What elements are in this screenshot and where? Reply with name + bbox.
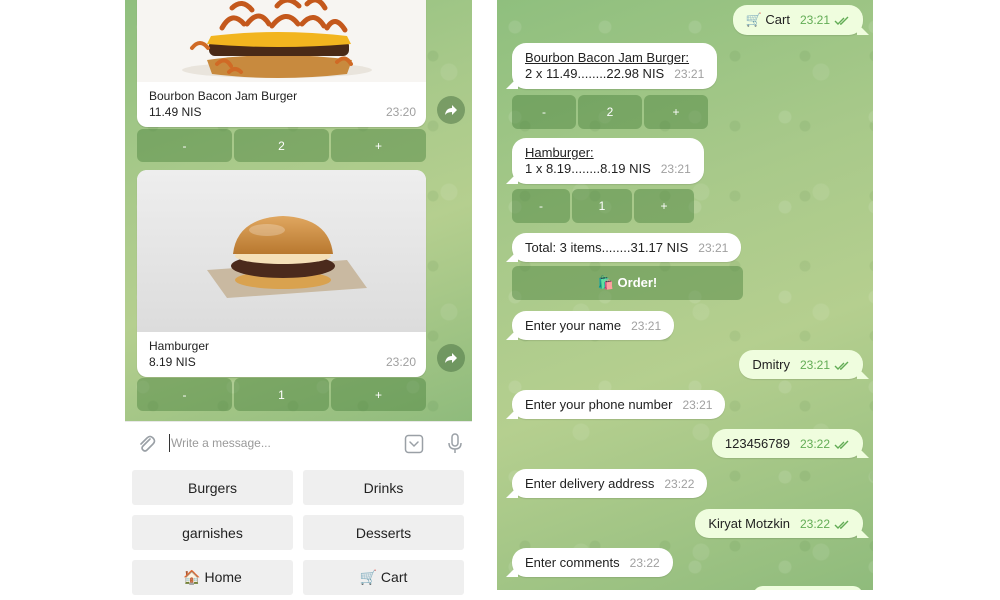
quantity-button[interactable]: 2 <box>234 129 329 162</box>
decrease-button[interactable]: - <box>137 129 232 162</box>
outgoing-message: 123456789 23:22 <box>711 429 863 458</box>
product-name: Hamburger <box>149 339 210 353</box>
increase-button[interactable]: + <box>644 95 708 129</box>
decrease-button[interactable]: - <box>137 378 232 411</box>
incoming-message: Enter your name 23:21 <box>512 311 675 340</box>
product-card-hamburger: Hamburger 8.19 NIS 23:20 <box>137 170 426 377</box>
screenshot-stage: Bourbon Bacon Jam Burger 11.49 NIS 23:20… <box>0 0 1000 600</box>
read-checkmarks-icon <box>834 361 849 370</box>
product-price: 8.19 NIS <box>149 355 196 369</box>
cart-item-title: Bourbon Bacon Jam Burger: <box>525 50 690 65</box>
quantity-keyboard-bourbon: - 2 + <box>137 129 426 162</box>
drinks-button[interactable]: Drinks <box>303 470 464 505</box>
product-card-bourbon: Bourbon Bacon Jam Burger 11.49 NIS 23:20 <box>137 0 426 127</box>
cart-total: Total: 3 items........31.17 NIS <box>525 240 689 255</box>
message-time: 23:21 <box>799 358 830 372</box>
cart-item-title: Hamburger: <box>525 145 594 160</box>
message-time: 23:21 <box>698 241 729 255</box>
share-button[interactable] <box>437 344 465 372</box>
product-caption: Hamburger 8.19 NIS 23:20 <box>137 332 426 374</box>
outgoing-message: Kiryat Motzkin 23:22 <box>695 509 863 538</box>
message-time: 23:22 <box>799 517 830 531</box>
message-text: Dmitry <box>752 357 790 372</box>
share-icon <box>445 105 457 115</box>
product-name: Bourbon Bacon Jam Burger <box>149 89 298 103</box>
cart-item-line: 1 x 8.19........8.19 NIS <box>525 161 651 176</box>
quantity-button[interactable]: 1 <box>234 378 329 411</box>
message-input[interactable]: Write a message... <box>171 436 271 450</box>
read-checkmarks-icon <box>834 16 849 25</box>
outgoing-message: Dmitry 23:21 <box>739 350 863 379</box>
left-chat-area: Bourbon Bacon Jam Burger 11.49 NIS 23:20… <box>125 0 472 421</box>
cart-item-keyboard: - 1 + <box>512 189 694 223</box>
message-time: 23:20 <box>385 105 416 119</box>
order-button[interactable]: 🛍️ Order! <box>512 266 743 300</box>
message-time: 23:22 <box>799 437 830 451</box>
message-text: Enter your name <box>525 318 622 333</box>
product-price: 11.49 NIS <box>149 105 202 119</box>
quantity-keyboard-hamburger: - 1 + <box>137 378 426 411</box>
cart-button[interactable]: 🛒 Cart <box>303 560 464 595</box>
message-time: 23:21 <box>682 398 713 412</box>
decrease-button[interactable]: - <box>512 95 576 129</box>
increase-button[interactable]: + <box>331 378 426 411</box>
burgers-button[interactable]: Burgers <box>132 470 293 505</box>
incoming-message: Enter delivery address 23:22 <box>512 469 708 498</box>
message-time: 23:21 <box>631 319 662 333</box>
cart-item-keyboard: - 2 + <box>512 95 708 129</box>
message-time: 23:22 <box>664 477 695 491</box>
keyboard-toggle-icon[interactable] <box>404 434 424 454</box>
microphone-icon[interactable] <box>446 433 464 455</box>
message-time: 23:20 <box>385 355 416 369</box>
incoming-message: Enter comments 23:22 <box>512 548 673 577</box>
message-time: 23:22 <box>629 556 660 570</box>
paperclip-icon[interactable] <box>137 434 157 454</box>
message-time: 23:21 <box>660 162 691 176</box>
cart-item-line: 2 x 11.49........22.98 NIS <box>525 66 665 81</box>
garnishes-button[interactable]: garnishes <box>132 515 293 550</box>
read-checkmarks-icon <box>834 520 849 529</box>
increase-button[interactable]: + <box>331 129 426 162</box>
message-text: Enter your phone number <box>525 397 673 412</box>
message-input-bar: Write a message... <box>125 421 472 465</box>
cart-item-message: Hamburger: 1 x 8.19........8.19 NIS 23:21 <box>512 138 704 184</box>
right-chat-area: 🛒 Cart 23:21 Bourbon Bacon Jam Burger: 2 … <box>497 0 873 590</box>
message-time: 23:21 <box>674 67 705 81</box>
read-checkmarks-icon <box>834 440 849 449</box>
bourbon-burger-photo <box>137 0 426 82</box>
message-text: Enter delivery address <box>525 476 655 491</box>
product-caption: Bourbon Bacon Jam Burger 11.49 NIS 23:20 <box>137 82 426 124</box>
home-button[interactable]: 🏠 Home <box>132 560 293 595</box>
message-text: 123456789 <box>724 436 790 451</box>
message-text: Kiryat Motzkin <box>708 516 790 531</box>
reply-keyboard: Burgers Drinks garnishes Desserts 🏠 Home… <box>125 465 472 600</box>
quantity-button[interactable]: 2 <box>578 95 642 129</box>
outgoing-message: 🛒 Cart 23:21 <box>732 5 863 35</box>
message-time: 23:21 <box>799 13 830 27</box>
message-text: 🛒 Cart <box>745 12 790 27</box>
share-button[interactable] <box>437 96 465 124</box>
text-caret <box>169 434 170 452</box>
cart-total-message: Total: 3 items........31.17 NIS 23:21 <box>512 233 742 262</box>
message-text: Enter comments <box>525 555 620 570</box>
hamburger-photo <box>137 170 426 332</box>
decrease-button[interactable]: - <box>512 189 570 223</box>
increase-button[interactable]: + <box>634 189 694 223</box>
incoming-message: Enter your phone number 23:21 <box>512 390 726 419</box>
desserts-button[interactable]: Desserts <box>303 515 464 550</box>
partial-outgoing-message <box>753 586 863 590</box>
quantity-button[interactable]: 1 <box>572 189 632 223</box>
share-icon <box>445 353 457 363</box>
cart-item-message: Bourbon Bacon Jam Burger: 2 x 11.49.....… <box>512 43 718 89</box>
